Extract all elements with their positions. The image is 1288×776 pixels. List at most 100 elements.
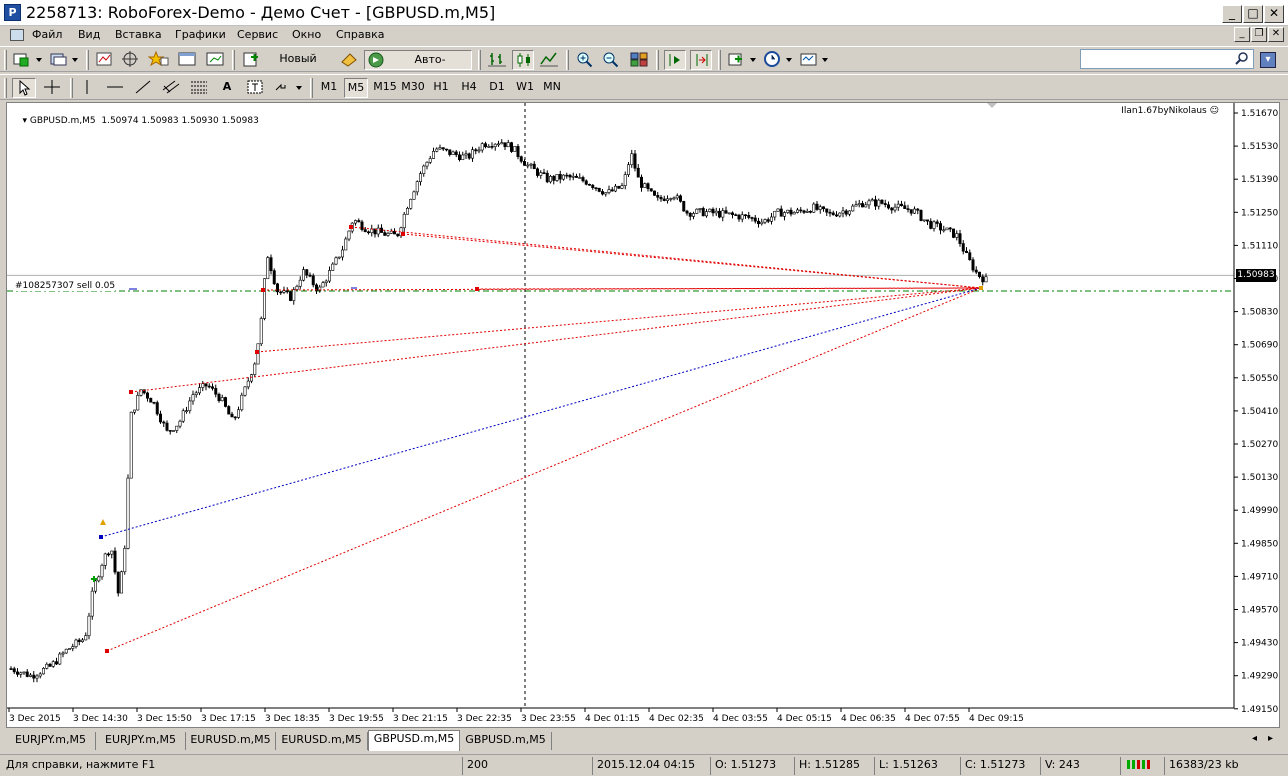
search-icon[interactable] [1235,52,1249,66]
tab-eurjpy-2[interactable]: EURJPY.m,M5 [96,732,186,750]
candle-body [97,576,101,582]
candle-body [285,290,289,293]
candle-body [721,210,725,218]
new-chart-button[interactable] [12,50,44,70]
candle-body [626,164,630,175]
price-label: 1.49290 [1241,672,1278,682]
terminal-icon[interactable] [176,50,198,70]
timeframe-mn[interactable]: MN [540,78,564,98]
timeframe-m15[interactable]: M15 [372,78,398,98]
mdi-close-button[interactable]: ✕ [1268,27,1284,42]
menu-insert[interactable]: Вставка [115,28,162,41]
timeframe-w1[interactable]: W1 [514,78,536,98]
fibonacci-icon[interactable] [188,78,210,98]
minimize-button[interactable]: _ [1222,5,1242,23]
indicators-button[interactable] [726,50,758,70]
menu-help[interactable]: Справка [336,28,384,41]
menu-view[interactable]: Вид [78,28,100,41]
candle-body [194,392,198,395]
community-icon[interactable]: ▾ [1260,52,1276,68]
timeframe-h4[interactable]: H4 [458,78,480,98]
menu-window[interactable]: Окно [292,28,321,41]
tile-windows-icon[interactable] [628,50,650,70]
candle-body [217,393,221,402]
candle-body [584,180,588,185]
candle-body [844,210,848,215]
vertical-line-icon[interactable] [76,78,98,98]
trendline-icon[interactable] [132,78,154,98]
line-chart-icon[interactable] [538,50,560,70]
metaeditor-icon[interactable] [338,50,360,70]
candle-body [925,219,929,222]
menu-file[interactable]: Файл [32,28,62,41]
candle-body [568,174,572,178]
candle-body [789,209,793,215]
candle-body [474,149,478,152]
timeframe-m5[interactable]: M5 [344,78,368,98]
expert-label[interactable]: Ilan1.67byNikolaus ☺ [1121,106,1219,116]
new-order-button[interactable]: Новый ордер [240,50,334,83]
cursor-tool-icon[interactable] [12,78,36,98]
candle-body [854,204,858,207]
candle-body [753,217,757,222]
timeframe-d1[interactable]: D1 [486,78,508,98]
candle-body [519,156,523,162]
arrows-dropdown-icon[interactable] [272,78,304,98]
candle-body [587,183,591,186]
close-button[interactable]: ✕ [1264,5,1284,23]
mdi-restore-button[interactable]: ❐ [1251,27,1267,42]
tab-scroll-left-icon[interactable]: ◂ [1252,733,1257,744]
navigator-star-icon[interactable] [147,50,170,70]
search-input[interactable] [1080,49,1254,69]
mdi-minimize-button[interactable]: _ [1234,27,1250,42]
auto-trading-button[interactable]: Авто-торговля [364,50,472,84]
candle-body [159,413,163,423]
text-label-icon[interactable] [244,78,266,98]
candle-body [493,143,497,147]
tab-eurusd-2[interactable]: EURUSD.m,M5 [276,732,368,750]
templates-button[interactable] [798,50,830,70]
zoom-out-icon[interactable] [600,50,622,70]
zoom-in-icon[interactable] [574,50,596,70]
timeframe-h1[interactable]: H1 [430,78,452,98]
strategy-tester-icon[interactable] [204,50,226,70]
tab-eurusd-1[interactable]: EURUSD.m,M5 [186,732,276,750]
candle-body [324,280,328,283]
candle-body [201,383,205,388]
candle-body [389,230,393,234]
text-tool-icon[interactable]: A [216,78,238,98]
menu-tools[interactable]: Сервис [237,28,278,41]
tab-eurjpy-1[interactable]: EURJPY.m,M5 [6,732,96,750]
price-label: 1.50270 [1241,440,1278,450]
crosshair-tool-icon[interactable] [40,78,64,98]
candle-body [782,212,786,217]
tab-scroll-right-icon[interactable]: ▸ [1268,733,1273,744]
equidistant-channel-icon[interactable] [160,78,182,98]
chart-menu-icon[interactable]: ▾ [22,116,29,126]
market-watch-icon[interactable] [94,50,114,70]
candlestick-chart-icon[interactable] [512,50,534,70]
chart-shift-icon[interactable] [690,50,712,70]
menu-charts[interactable]: Графики [175,28,226,41]
horizontal-line-icon[interactable] [104,78,126,98]
bar-chart-icon[interactable] [486,50,508,70]
timeframe-m30[interactable]: M30 [400,78,426,98]
profiles-button[interactable] [48,50,80,70]
price-chart[interactable]: 1.51670 1.51530 1.51390 1.51250 1.51110 1.509… [7,103,1279,727]
timeframe-m1[interactable]: M1 [318,78,340,98]
crosshair-navigator-icon[interactable] [120,50,140,70]
chart-shift-marker[interactable] [987,103,997,108]
tab-gbpusd-2[interactable]: GBPUSD.m,M5 [460,732,552,750]
auto-scroll-icon[interactable] [664,50,686,70]
candle-body [659,196,663,200]
maximize-button[interactable]: □ [1243,5,1263,23]
candle-body [639,176,643,188]
periods-clock-button[interactable] [762,50,794,70]
tab-gbpusd-1[interactable]: GBPUSD.m,M5 [368,730,460,751]
chart-window[interactable]: 1.51670 1.51530 1.51390 1.51250 1.51110 1.509… [6,102,1280,728]
time-label: 3 Dec 14:30 [73,714,128,724]
candle-body [181,410,185,422]
order-label[interactable]: #108257307 sell 0.05 [15,281,116,291]
candle-body [643,183,647,188]
mdi-chart-icon[interactable] [10,29,24,41]
